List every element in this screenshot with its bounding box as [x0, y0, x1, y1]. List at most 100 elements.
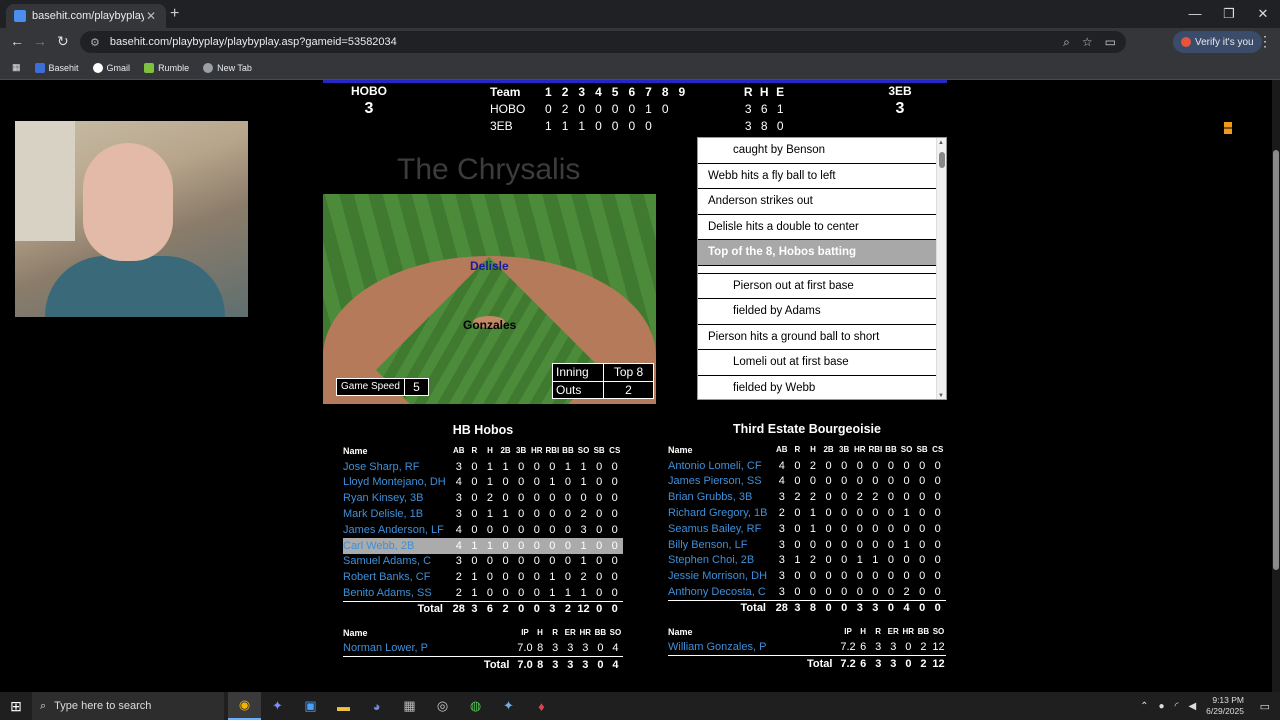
batter-name-link[interactable]: James Pierson, SS: [668, 475, 774, 487]
pitcher-row[interactable]: William Gonzales, P 7.2 6 3 3 0 2 12: [668, 640, 946, 656]
steam-icon[interactable]: ◎: [426, 692, 459, 720]
taskbar-search[interactable]: ⌕ Type here to search: [32, 692, 224, 720]
batter-row[interactable]: Jose Sharp, RF 3 0 1 1 0 0 0 1 1 0 0: [343, 459, 623, 475]
menu-icon[interactable]: ⋮: [1258, 33, 1272, 50]
stat-cell: 0: [564, 508, 572, 521]
inning-header: 7: [645, 84, 652, 99]
game-speed-value[interactable]: 5: [403, 379, 428, 395]
page-scrollbar[interactable]: [1272, 80, 1280, 692]
copilot-icon[interactable]: ✦: [261, 692, 294, 720]
clock[interactable]: 9:13 PM 6/29/2025: [1206, 695, 1244, 717]
scroll-down-icon[interactable]: ▼: [938, 393, 944, 399]
batter-row[interactable]: James Pierson, SS 4 0 0 0 0 0 0 0 0 0 0: [668, 474, 946, 490]
cast-icon[interactable]: ▭: [1105, 35, 1116, 50]
away-box-score: HB Hobos Name AB R H 2B 3B HR RBI BB SO SB CS Jose Sh…: [343, 423, 623, 672]
batter-row[interactable]: Ryan Kinsey, 3B 3 0 2 0 0 0 0 0 0 0 0: [343, 490, 623, 506]
batter-name-link[interactable]: Seamus Bailey, RF: [668, 523, 774, 535]
batter-row[interactable]: James Anderson, LF 4 0 0 0 0 0 0 0 3 0 0: [343, 522, 623, 538]
batter-name-link[interactable]: Carl Webb, 2B: [343, 540, 451, 552]
notification-icon[interactable]: ▭: [1260, 700, 1270, 713]
batter-name-link[interactable]: Antonio Lomeli, CF: [668, 460, 774, 472]
game-speed-box[interactable]: Game Speed 5: [336, 378, 429, 396]
batter-name-link[interactable]: James Anderson, LF: [343, 524, 451, 536]
bookmark-basehit[interactable]: Basehit: [34, 62, 79, 73]
zoom-icon[interactable]: ⌕: [1063, 35, 1070, 50]
tray-overflow-icon[interactable]: ⌃: [1140, 701, 1148, 712]
pbp-scrollbar[interactable]: ▲ ▼: [936, 138, 946, 399]
batter-row[interactable]: Richard Gregory, 1B 2 0 1 0 0 0 0 0 1 0 0: [668, 505, 946, 521]
stat-cell: 3: [778, 522, 785, 535]
bookmark-rumble[interactable]: Rumble: [144, 62, 189, 73]
batter-name-link[interactable]: Jose Sharp, RF: [343, 461, 451, 473]
batter-row[interactable]: Mark Delisle, 1B 3 0 1 1 0 0 0 0 2 0 0: [343, 506, 623, 522]
apps-icon[interactable]: ▦: [12, 62, 21, 73]
profile-verify-button[interactable]: Verify it's you: [1173, 31, 1262, 53]
batter-row[interactable]: Robert Banks, CF 2 1 0 0 0 0 1 0 2 0 0: [343, 569, 623, 585]
bookmark-star-icon[interactable]: ☆: [1082, 35, 1093, 50]
batter-name-link[interactable]: Stephen Choi, 2B: [668, 554, 774, 566]
forward-icon[interactable]: →: [33, 33, 47, 49]
minimize-icon[interactable]: —: [1178, 0, 1212, 28]
network-icon[interactable]: ◜: [1175, 701, 1179, 712]
batter-name-link[interactable]: Samuel Adams, C: [343, 555, 451, 567]
file-explorer-icon[interactable]: ▬: [327, 692, 360, 720]
batter-row[interactable]: Jessie Morrison, DH 3 0 0 0 0 0 0 0 0 0 0: [668, 568, 946, 584]
batter-name-link[interactable]: Ryan Kinsey, 3B: [343, 492, 451, 504]
total-cell: 12: [577, 603, 590, 616]
address-bar[interactable]: ⚙ basehit.com/playbyplay/playbyplay.asp?…: [80, 31, 1126, 53]
stat-cell: 3: [778, 586, 785, 599]
discord-icon[interactable]: ◕: [360, 692, 393, 720]
stat-cell: 0: [486, 587, 494, 600]
site-info-icon[interactable]: ⚙: [90, 36, 100, 49]
chrome-icon[interactable]: ◉: [228, 692, 261, 720]
microphone-icon[interactable]: ●: [1159, 701, 1165, 712]
volume-icon[interactable]: ◀: [1188, 701, 1196, 712]
batter-row[interactable]: Lloyd Montejano, DH 4 0 1 0 0 0 1 0 1 0 0: [343, 475, 623, 491]
obs-icon[interactable]: ♦: [525, 692, 558, 720]
calculator-icon[interactable]: ▦: [393, 692, 426, 720]
pitcher-row[interactable]: Norman Lower, P 7.0 8 3 3 3 0 4: [343, 641, 623, 657]
reload-icon[interactable]: ↻: [57, 33, 69, 50]
bookmark-new-tab[interactable]: New Tab: [203, 62, 252, 73]
back-icon[interactable]: ←: [10, 33, 24, 49]
batter-name-link[interactable]: Lloyd Montejano, DH: [343, 476, 451, 488]
scroll-up-icon[interactable]: ▲: [938, 140, 944, 146]
store-icon[interactable]: ▣: [294, 692, 327, 720]
batter-name-link[interactable]: Jessie Morrison, DH: [668, 570, 774, 582]
close-window-icon[interactable]: ✕: [1246, 0, 1280, 28]
app-icon[interactable]: ◍: [459, 692, 492, 720]
scroll-thumb[interactable]: [1273, 150, 1279, 570]
batter-row[interactable]: Brian Grubbs, 3B 3 2 2 0 0 2 2 0 0 0 0: [668, 489, 946, 505]
extension-badge-icon[interactable]: [1224, 122, 1232, 134]
batter-row[interactable]: Billy Benson, LF 3 0 0 0 0 0 0 0 1 0 0: [668, 537, 946, 553]
pbp-scroll-thumb[interactable]: [939, 152, 945, 168]
batter-name-link[interactable]: Billy Benson, LF: [668, 539, 774, 551]
batter-name-link[interactable]: Richard Gregory, 1B: [668, 507, 774, 519]
stat-cell: 4: [455, 523, 462, 536]
new-tab-button[interactable]: +: [170, 5, 179, 23]
batter-row[interactable]: Anthony Decosta, C30000000200: [668, 584, 946, 600]
batter-row[interactable]: Samuel Adams, C30000000100: [343, 554, 623, 570]
stat-cell: 1: [809, 522, 817, 535]
stat-cell: 1: [580, 539, 587, 552]
close-tab-icon[interactable]: ✕: [144, 9, 158, 23]
copilot-pro-icon[interactable]: ✦: [492, 692, 525, 720]
batter-row[interactable]: Antonio Lomeli, CF 4 0 2 0 0 0 0 0 0 0 0: [668, 458, 946, 474]
batter-row[interactable]: Seamus Bailey, RF 3 0 1 0 0 0 0 0 0 0 0: [668, 521, 946, 537]
play-by-play-log[interactable]: caught by Benson Webb hits a fly ball to …: [697, 137, 947, 400]
pitcher-name-link[interactable]: Norman Lower, P: [343, 642, 517, 654]
batter-name-link[interactable]: Mark Delisle, 1B: [343, 508, 451, 520]
restore-icon[interactable]: ❐: [1212, 0, 1246, 28]
batter-row[interactable]: Carl Webb, 2B 4 1 1 0 0 0 0 0 1 0 0: [343, 537, 623, 554]
bookmark-gmail[interactable]: Gmail: [92, 62, 130, 73]
browser-tab[interactable]: basehit.com/playbyplay/playbyp ✕: [6, 4, 166, 28]
batter-name-link[interactable]: Robert Banks, CF: [343, 571, 451, 583]
batter-row[interactable]: Benito Adams, SS 2 1 0 0 0 0 1 1 1 0 0: [343, 585, 623, 601]
batter-name-link[interactable]: Benito Adams, SS: [343, 587, 451, 599]
batter-name-link[interactable]: Brian Grubbs, 3B: [668, 491, 774, 503]
pitcher-name-link[interactable]: William Gonzales, P: [668, 641, 840, 653]
windows-start-icon[interactable]: ⊞: [0, 698, 32, 715]
batter-name-link[interactable]: Anthony Decosta, C: [668, 586, 774, 598]
batter-row[interactable]: Stephen Choi, 2B 3 1 2 0 0 1 1 0 0 0 0: [668, 553, 946, 569]
stat-cell: 1: [471, 571, 478, 584]
